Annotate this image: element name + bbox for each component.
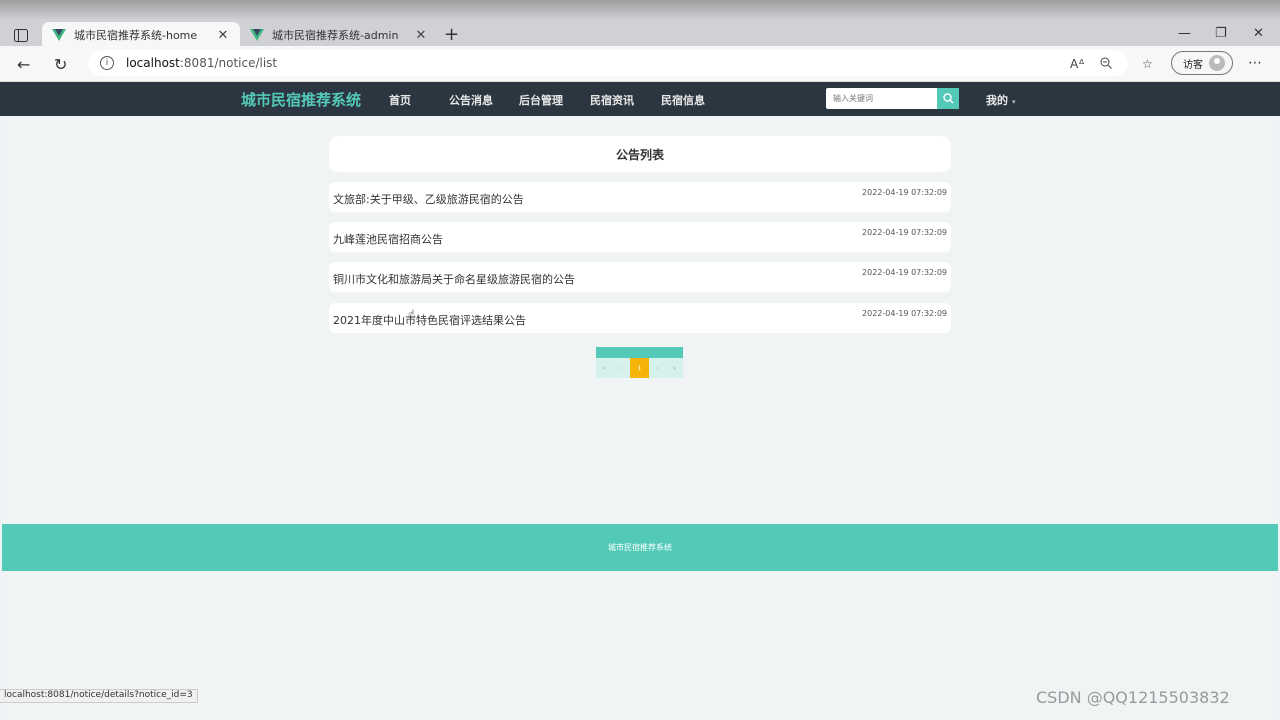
nav-admin[interactable]: 后台管理 <box>519 92 563 108</box>
current-page-button[interactable]: 1 <box>629 358 650 378</box>
zoom-icon[interactable] <box>1100 57 1112 72</box>
notice-title[interactable]: 文旅部:关于甲级、乙级旅游民宿的公告 <box>333 191 524 207</box>
notice-item[interactable]: 2021年度中山市特色民宿评选结果公告 2022-04-19 07:32:09 <box>329 303 951 333</box>
notice-item[interactable]: 铜川市文化和旅游局关于命名星级旅游民宿的公告 2022-04-19 07:32:… <box>329 262 951 292</box>
nav-notices[interactable]: 公告消息 <box>449 92 493 108</box>
notice-item[interactable]: 文旅部:关于甲级、乙级旅游民宿的公告 2022-04-19 07:32:09 <box>329 182 951 212</box>
vue-logo-icon <box>52 29 66 41</box>
tab-home[interactable]: 城市民宿推荐系统-home ✕ <box>42 22 240 48</box>
refresh-icon[interactable]: ↻ <box>54 55 67 74</box>
read-aloud-icon[interactable]: Aᐞ <box>1070 57 1085 71</box>
tab-admin[interactable]: 城市民宿推荐系统-admin ✕ <box>240 22 438 48</box>
notice-date: 2022-04-19 07:32:09 <box>862 309 947 318</box>
notice-item[interactable]: 九峰莲池民宿招商公告 2022-04-19 07:32:09 <box>329 222 951 252</box>
nav-news[interactable]: 民宿资讯 <box>590 92 634 108</box>
tab-actions-icon[interactable] <box>10 26 32 44</box>
notice-title[interactable]: 九峰莲池民宿招商公告 <box>333 231 443 247</box>
notice-list-heading: 公告列表 <box>329 136 951 172</box>
notice-date: 2022-04-19 07:32:09 <box>862 228 947 237</box>
pagination: « ‹ 1 › » <box>596 347 683 379</box>
search-input[interactable] <box>826 88 938 109</box>
search-icon <box>942 93 953 104</box>
profile-button[interactable]: 访客 <box>1171 51 1233 75</box>
restore-icon[interactable]: ❐ <box>1215 26 1227 41</box>
my-account-menu[interactable]: 我的 ▾ <box>986 92 1016 108</box>
notice-date: 2022-04-19 07:32:09 <box>862 268 947 277</box>
prev-page-button[interactable]: ‹ <box>613 358 630 378</box>
favorites-star-icon[interactable]: ☆ <box>1142 57 1153 71</box>
close-icon[interactable]: ✕ <box>414 28 428 43</box>
minimize-icon[interactable]: — <box>1178 26 1191 41</box>
site-brand[interactable]: 城市民宿推荐系统 <box>241 89 361 110</box>
chevron-down-icon: ▾ <box>1012 98 1016 106</box>
window-close-icon[interactable]: ✕ <box>1253 26 1264 41</box>
site-footer: 城市民宿推荐系统 <box>2 524 1278 571</box>
nav-home[interactable]: 首页 <box>389 92 411 108</box>
vue-logo-icon <box>250 29 264 41</box>
profile-label: 访客 <box>1183 59 1203 71</box>
more-menu-icon[interactable]: ⋯ <box>1248 55 1262 71</box>
tab-title: 城市民宿推荐系统-home <box>74 29 198 42</box>
close-icon[interactable]: ✕ <box>216 28 230 43</box>
url-host: localhost <box>126 56 180 70</box>
pagination-bar <box>596 347 683 358</box>
tab-title: 城市民宿推荐系统-admin <box>272 29 399 42</box>
search-button[interactable] <box>937 88 959 109</box>
watermark: CSDN @QQ1215503832 <box>1036 688 1230 707</box>
footer-text: 城市民宿推荐系统 <box>608 543 672 552</box>
avatar-icon <box>1209 55 1225 71</box>
notice-date: 2022-04-19 07:32:09 <box>862 188 947 197</box>
nav-homestays[interactable]: 民宿信息 <box>661 92 705 108</box>
status-bar-url: localhost:8081/notice/details?notice_id=… <box>0 689 198 703</box>
window-top-edge <box>0 0 1280 20</box>
notice-title[interactable]: 2021年度中山市特色民宿评选结果公告 <box>333 312 526 328</box>
address-bar: ← ↻ i localhost:8081/notice/list Aᐞ ☆ 访客… <box>0 46 1280 82</box>
notice-title[interactable]: 铜川市文化和旅游局关于命名星级旅游民宿的公告 <box>333 271 575 287</box>
hand-cursor-icon: ☝ <box>408 307 416 321</box>
site-header: 城市民宿推荐系统 首页 公告消息 后台管理 民宿资讯 民宿信息 我的 ▾ <box>0 82 1280 116</box>
back-arrow-icon[interactable]: ← <box>17 55 30 74</box>
my-account-label: 我的 <box>986 94 1008 107</box>
new-tab-plus-icon[interactable]: + <box>444 24 459 45</box>
first-page-button[interactable]: « <box>596 358 613 378</box>
info-icon[interactable]: i <box>100 56 114 70</box>
url-field[interactable]: i localhost:8081/notice/list <box>88 50 1128 76</box>
next-page-button[interactable]: › <box>649 358 666 378</box>
last-page-button[interactable]: » <box>666 358 683 378</box>
url-path: :8081/notice/list <box>179 56 278 70</box>
